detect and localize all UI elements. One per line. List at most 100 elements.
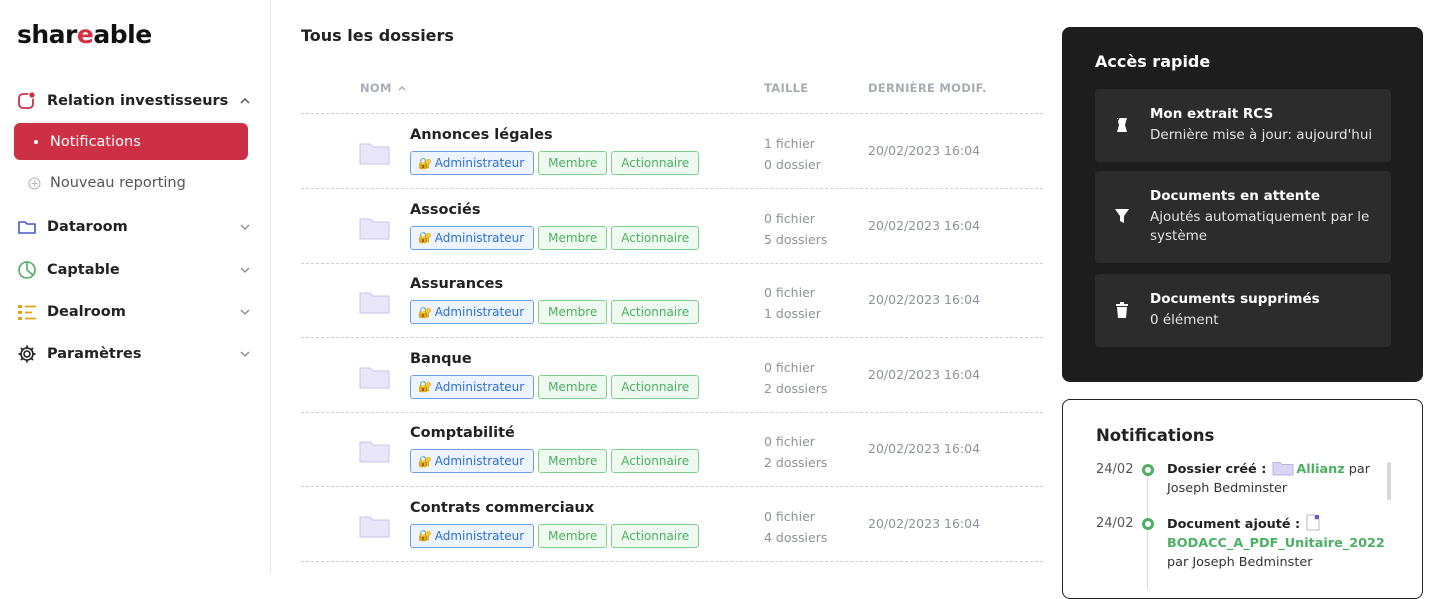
tag-actionnaire[interactable]: Actionnaire bbox=[611, 151, 700, 175]
logo-text-accent: e bbox=[76, 20, 94, 49]
tag-label: Actionnaire bbox=[621, 379, 690, 394]
column-header-modified[interactable]: DERNIÈRE MODIF. bbox=[868, 81, 987, 95]
tag-actionnaire[interactable]: Actionnaire bbox=[611, 374, 700, 399]
sidebar-item-dataroom[interactable]: Dataroom bbox=[16, 214, 252, 240]
folder-name[interactable]: Associés bbox=[410, 202, 480, 218]
modified-date: 20/02/2023 16:04 bbox=[868, 217, 981, 233]
tag-label: Membre bbox=[548, 528, 598, 543]
folder-icon bbox=[359, 366, 390, 389]
sidebar-item-label: Dealroom bbox=[47, 304, 126, 320]
folder-name[interactable]: Annonces légales bbox=[410, 127, 553, 143]
lock-icon: 🔐 bbox=[418, 231, 432, 244]
notification-link[interactable]: BODACC_A_PDF_Unitaire_202201 bbox=[1167, 536, 1385, 551]
tag-membre[interactable]: Membre bbox=[538, 523, 608, 548]
investor-relations-icon bbox=[16, 90, 38, 112]
tag-administrateur[interactable]: 🔐 Administrateur bbox=[410, 449, 535, 473]
sidebar-item-relation-investisseurs[interactable]: Relation investisseurs bbox=[16, 88, 252, 114]
tag-actionnaire[interactable]: Actionnaire bbox=[611, 300, 700, 324]
sidebar-item-label: Paramètres bbox=[47, 346, 142, 362]
sidebar-item-parametres[interactable]: Paramètres bbox=[16, 341, 252, 367]
plus-circle-icon bbox=[28, 177, 41, 189]
sidebar: shareable Relation investisseurs Notific… bbox=[0, 0, 271, 574]
folder-count: 0 dossier bbox=[764, 157, 821, 172]
tag-actionnaire[interactable]: Actionnaire bbox=[611, 523, 700, 548]
sidebar-item-captable[interactable]: Captable bbox=[16, 257, 252, 283]
timeline-dot bbox=[1142, 464, 1154, 476]
tag-membre[interactable]: Membre bbox=[538, 374, 608, 399]
column-header-label: NOM bbox=[360, 81, 392, 95]
folder-count: 5 dossiers bbox=[764, 231, 828, 247]
tag-membre[interactable]: Membre bbox=[538, 300, 608, 324]
sidebar-item-label: Dataroom bbox=[47, 219, 128, 235]
page-title: Tous les dossiers bbox=[301, 26, 454, 45]
folder-size: 0 fichier 2 dossiers bbox=[764, 431, 827, 473]
lock-icon: 🔐 bbox=[418, 529, 432, 542]
folder-name[interactable]: Assurances bbox=[410, 276, 503, 292]
scrollbar-thumb[interactable] bbox=[1387, 462, 1391, 500]
folder-name[interactable]: Banque bbox=[410, 351, 472, 367]
quick-card-documents-en-attente[interactable]: Documents en attente Ajoutés automatique… bbox=[1095, 171, 1391, 263]
folder-count: 1 dossier bbox=[764, 306, 821, 321]
table-row[interactable]: Associés 🔐 Administrateur Membre Actionnaire… bbox=[301, 190, 1043, 264]
tag-membre[interactable]: Membre bbox=[538, 225, 608, 250]
notification-by-prefix: par bbox=[1167, 555, 1189, 570]
quick-card-subtitle: Dernière mise à jour: aujourd'hui bbox=[1150, 127, 1373, 143]
sidebar-sub-item-nouveau-reporting[interactable]: Nouveau reporting bbox=[28, 172, 186, 194]
tag-administrateur[interactable]: 🔐 Administrateur bbox=[410, 523, 535, 548]
table-row[interactable]: Banque 🔐 Administrateur Membre Actionnaire 0 … bbox=[301, 339, 1043, 413]
tag-label: Administrateur bbox=[434, 305, 525, 319]
tag-actionnaire[interactable]: Actionnaire bbox=[611, 449, 700, 473]
folder-name[interactable]: Contrats commerciaux bbox=[410, 500, 594, 516]
tag-label: Actionnaire bbox=[621, 156, 690, 170]
sort-ascending-icon bbox=[398, 86, 406, 91]
folder-icon bbox=[359, 142, 390, 165]
folder-size: 0 fichier 2 dossiers bbox=[764, 357, 827, 399]
tag-membre[interactable]: Membre bbox=[538, 449, 608, 473]
tag-administrateur[interactable]: 🔐 Administrateur bbox=[410, 225, 535, 250]
sidebar-sub-item-notifications[interactable]: Notifications bbox=[14, 123, 248, 160]
sidebar-item-label: Relation investisseurs bbox=[47, 93, 229, 109]
tag-label: Membre bbox=[548, 230, 598, 245]
tag-actionnaire[interactable]: Actionnaire bbox=[611, 225, 700, 250]
logo-text-end: able bbox=[93, 20, 152, 49]
folder-name[interactable]: Comptabilité bbox=[410, 425, 515, 441]
access-tags: 🔐 Administrateur Membre Actionnaire bbox=[410, 300, 700, 324]
quick-card-extrait-rcs[interactable]: Mon extrait RCS Dernière mise à jour: au… bbox=[1095, 89, 1391, 162]
tag-label: Administrateur bbox=[434, 454, 525, 468]
lock-icon: 🔐 bbox=[418, 305, 432, 319]
file-count: 1 fichier bbox=[764, 136, 815, 151]
notification-date: 24/02 bbox=[1096, 516, 1134, 531]
notification-item: Dossier créé : Allianz par Joseph Bedmin… bbox=[1167, 460, 1387, 498]
logo-text-start: shar bbox=[17, 20, 77, 49]
sidebar-item-dealroom[interactable]: Dealroom bbox=[16, 299, 252, 325]
notification-link[interactable]: Allianz bbox=[1296, 462, 1344, 477]
folder-icon bbox=[359, 515, 390, 538]
quick-access-title: Accès rapide bbox=[1095, 52, 1211, 71]
notifications-panel: Notifications 24/02 Dossier créé : Allia… bbox=[1062, 399, 1423, 599]
table-row[interactable]: Annonces légales 🔐 Administrateur Membre Act… bbox=[301, 115, 1043, 189]
folder-icon bbox=[359, 217, 390, 240]
column-header-name[interactable]: NOM bbox=[360, 81, 407, 95]
logo[interactable]: shareable bbox=[17, 20, 152, 49]
folder-size: 0 fichier 4 dossiers bbox=[764, 506, 827, 548]
modified-date: 20/02/2023 16:04 bbox=[868, 441, 981, 456]
tag-administrateur[interactable]: 🔐 Administrateur bbox=[410, 151, 535, 175]
quick-access-panel: Accès rapide Mon extrait RCS Dernière mi… bbox=[1062, 27, 1423, 382]
document-scroll-icon bbox=[1116, 117, 1127, 132]
quick-card-documents-supprimes[interactable]: Documents supprimés 0 élément bbox=[1095, 274, 1391, 347]
column-header-size[interactable]: TAILLE bbox=[764, 81, 808, 95]
tag-administrateur[interactable]: 🔐 Administrateur bbox=[410, 300, 535, 324]
chevron-down-icon bbox=[240, 309, 250, 315]
folder-icon bbox=[16, 216, 38, 238]
lock-icon: 🔐 bbox=[418, 156, 432, 170]
table-row[interactable]: Contrats commerciaux 🔐 Administrateur Membr… bbox=[301, 488, 1043, 562]
list-icon bbox=[16, 301, 38, 323]
sidebar-sub-item-label: Nouveau reporting bbox=[50, 175, 186, 191]
tag-administrateur[interactable]: 🔐 Administrateur bbox=[410, 374, 535, 399]
tag-membre[interactable]: Membre bbox=[538, 151, 608, 175]
tag-label: Actionnaire bbox=[621, 305, 690, 319]
table-row[interactable]: Assurances 🔐 Administrateur Membre Actionnai… bbox=[301, 264, 1043, 338]
notification-author: Joseph Bedminster bbox=[1167, 481, 1288, 496]
table-row[interactable]: Comptabilité 🔐 Administrateur Membre Actionn… bbox=[301, 413, 1043, 487]
quick-card-subtitle: 0 élément bbox=[1150, 312, 1219, 328]
